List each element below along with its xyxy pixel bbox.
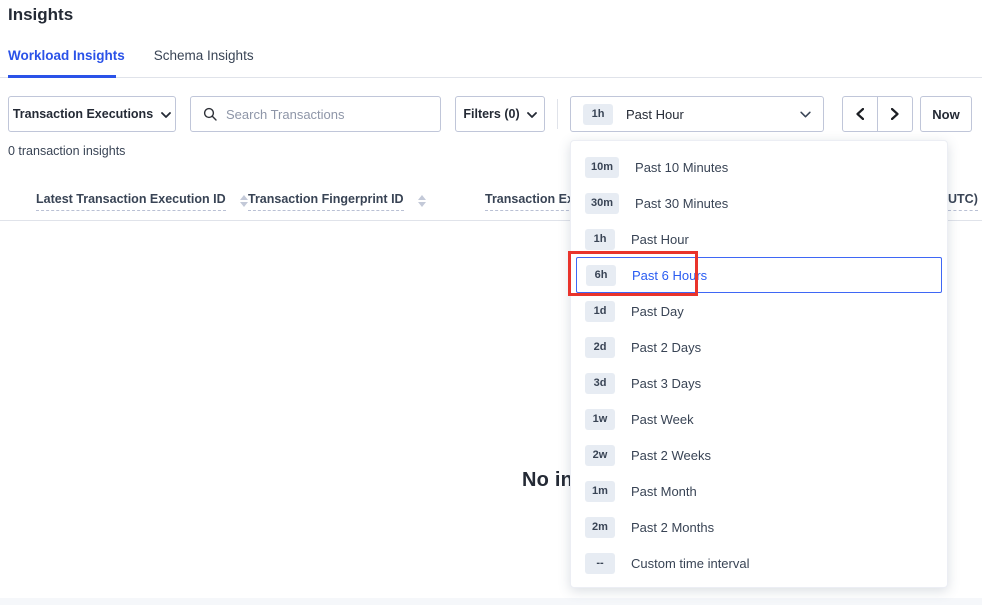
time-range-dropdown-menu: 10m Past 10 Minutes 30m Past 30 Minutes 1h Pa… — [570, 140, 948, 588]
time-option-badge: 1m — [585, 481, 615, 502]
time-option-label: Past Week — [631, 412, 694, 427]
time-option-badge: 1h — [585, 229, 615, 250]
time-option-badge: 1d — [585, 301, 615, 322]
results-count: 0 transaction insights — [8, 144, 125, 158]
time-option-label: Past 2 Months — [631, 520, 714, 535]
sort-up-arrow — [418, 195, 426, 200]
search-input[interactable] — [226, 107, 428, 122]
column-header-label: Latest Transaction Execution ID — [36, 192, 226, 211]
time-option-6h[interactable]: 6h Past 6 Hours — [576, 257, 942, 293]
time-option-label: Past 10 Minutes — [635, 160, 728, 175]
time-option-label: Custom time interval — [631, 556, 749, 571]
sort-icon[interactable] — [418, 195, 426, 207]
time-range-pager — [842, 96, 913, 132]
chevron-down-icon — [800, 107, 811, 121]
chevron-down-icon — [527, 107, 537, 121]
time-option-2m[interactable]: 2m Past 2 Months — [576, 509, 942, 545]
insights-page: Insights Workload Insights Schema Insigh… — [0, 0, 982, 605]
column-header-label: Transaction Ex — [485, 192, 574, 211]
page-title: Insights — [8, 5, 73, 25]
column-header-transaction-fingerprint-id: Transaction Fingerprint ID — [248, 192, 426, 211]
filters-label: Filters (0) — [463, 107, 519, 121]
time-range-select[interactable]: 1h Past Hour — [570, 96, 824, 132]
column-header-transaction-execution: Transaction Ex — [485, 192, 574, 211]
time-option-label: Past Hour — [631, 232, 689, 247]
column-header-fragment-utc: UTC) — [948, 192, 978, 211]
now-button[interactable]: Now — [920, 96, 972, 132]
time-option-2w[interactable]: 2w Past 2 Weeks — [576, 437, 942, 473]
tabs-divider — [0, 77, 982, 78]
time-range-label: Past Hour — [626, 107, 684, 122]
time-option-label: Past 3 Days — [631, 376, 701, 391]
page-background-strip — [0, 598, 982, 605]
prev-range-button[interactable] — [842, 96, 878, 132]
time-option-label: Past 6 Hours — [632, 268, 707, 283]
toolbar-divider — [557, 99, 558, 129]
tab-schema-insights[interactable]: Schema Insights — [154, 48, 254, 73]
time-option-1w[interactable]: 1w Past Week — [576, 401, 942, 437]
view-type-label: Transaction Executions — [13, 107, 153, 121]
search-icon — [203, 107, 217, 121]
time-option-1m[interactable]: 1m Past Month — [576, 473, 942, 509]
time-option-30m[interactable]: 30m Past 30 Minutes — [576, 185, 942, 221]
time-option-label: Past 2 Days — [631, 340, 701, 355]
time-option-badge: 2m — [585, 517, 615, 538]
time-range-badge: 1h — [583, 104, 613, 125]
time-option-badge: -- — [585, 553, 615, 574]
time-option-badge: 30m — [585, 193, 619, 214]
sort-icon[interactable] — [240, 195, 248, 207]
time-option-3d[interactable]: 3d Past 3 Days — [576, 365, 942, 401]
view-type-dropdown[interactable]: Transaction Executions — [8, 96, 176, 132]
column-header-latest-transaction-execution-id: Latest Transaction Execution ID — [36, 192, 248, 211]
time-option-badge: 1w — [585, 409, 615, 430]
chevron-right-icon — [891, 108, 899, 120]
time-option-1h[interactable]: 1h Past Hour — [576, 221, 942, 257]
chevron-down-icon — [161, 107, 171, 121]
time-option-badge: 6h — [586, 265, 616, 286]
time-option-[interactable]: -- Custom time interval — [576, 545, 942, 581]
next-range-button[interactable] — [877, 96, 913, 132]
tab-workload-insights[interactable]: Workload Insights — [8, 48, 125, 73]
tab-bar: Workload Insights Schema Insights — [8, 48, 254, 73]
time-option-2d[interactable]: 2d Past 2 Days — [576, 329, 942, 365]
time-option-label: Past Month — [631, 484, 697, 499]
filters-dropdown[interactable]: Filters (0) — [455, 96, 545, 132]
active-tab-underline — [8, 75, 116, 78]
sort-down-arrow — [418, 202, 426, 207]
time-option-label: Past 2 Weeks — [631, 448, 711, 463]
time-option-badge: 10m — [585, 157, 619, 178]
time-option-10m[interactable]: 10m Past 10 Minutes — [576, 149, 942, 185]
time-option-badge: 2w — [585, 445, 615, 466]
search-box — [190, 96, 441, 132]
time-option-1d[interactable]: 1d Past Day — [576, 293, 942, 329]
time-option-label: Past Day — [631, 304, 684, 319]
sort-up-arrow — [240, 195, 248, 200]
chevron-left-icon — [856, 108, 864, 120]
sort-down-arrow — [240, 202, 248, 207]
time-option-badge: 3d — [585, 373, 615, 394]
column-header-label: Transaction Fingerprint ID — [248, 192, 404, 211]
time-option-label: Past 30 Minutes — [635, 196, 728, 211]
time-option-badge: 2d — [585, 337, 615, 358]
